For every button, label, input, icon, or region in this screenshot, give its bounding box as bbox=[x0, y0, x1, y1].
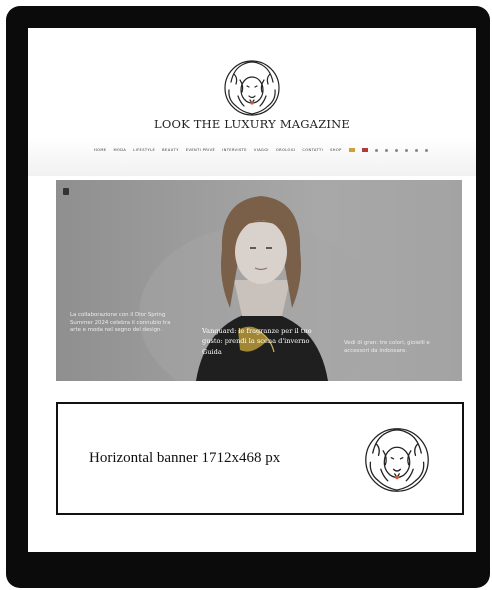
pinterest-icon[interactable] bbox=[404, 148, 408, 152]
lion-logo-icon[interactable] bbox=[220, 56, 284, 120]
facebook-icon[interactable] bbox=[374, 148, 378, 152]
hero-slider[interactable]: La collaborazione con il Dior Spring Sum… bbox=[56, 180, 462, 381]
nav-item-home[interactable]: HOME bbox=[94, 148, 107, 152]
nav-item-beauty[interactable]: BEAUTY bbox=[162, 148, 179, 152]
email-icon[interactable] bbox=[424, 148, 428, 152]
italian-flag-icon[interactable] bbox=[348, 148, 355, 152]
nav-item-moda[interactable]: MODA bbox=[114, 148, 127, 152]
hero-right-excerpt[interactable]: Vedi di gran: tre colori, gioielli e acc… bbox=[344, 340, 454, 355]
banner-label: Horizontal banner 1712x468 px bbox=[89, 450, 281, 466]
lion-logo-icon bbox=[365, 428, 429, 492]
hero-center-title[interactable]: Vanguard: le fragranze per il tuo gusto:… bbox=[202, 326, 316, 357]
nav-item-lifestyle[interactable]: LIFESTYLE bbox=[133, 148, 155, 152]
nav-item-orologi[interactable]: OROLOGI bbox=[276, 148, 296, 152]
hero-left-excerpt[interactable]: La collaborazione con il Dior Spring Sum… bbox=[70, 312, 180, 335]
nav-item-eventi[interactable]: EVENTI PRIVÈ bbox=[186, 148, 215, 152]
instagram-icon[interactable] bbox=[394, 148, 398, 152]
twitter-icon[interactable] bbox=[384, 148, 388, 152]
horizontal-banner[interactable]: Horizontal banner 1712x468 px bbox=[56, 402, 464, 515]
nav-item-viaggi[interactable]: VIAGGI bbox=[254, 148, 269, 152]
youtube-icon[interactable] bbox=[414, 148, 418, 152]
nav-background bbox=[28, 138, 476, 176]
english-flag-icon[interactable] bbox=[361, 148, 368, 152]
bookmark-icon[interactable] bbox=[63, 188, 69, 195]
brand-name[interactable]: LOOK THE LUXURY MAGAZINE bbox=[28, 117, 476, 131]
nav-item-contatti[interactable]: CONTATTI bbox=[302, 148, 323, 152]
nav-item-shop[interactable]: SHOP bbox=[330, 148, 342, 152]
page-screen[interactable]: LOOK THE LUXURY MAGAZINE HOME MODA LIFES… bbox=[28, 28, 476, 552]
main-navigation: HOME MODA LIFESTYLE BEAUTY EVENTI PRIVÈ … bbox=[94, 148, 476, 152]
nav-item-interviste[interactable]: INTERVISTE bbox=[222, 148, 247, 152]
device-frame: LOOK THE LUXURY MAGAZINE HOME MODA LIFES… bbox=[6, 6, 490, 588]
